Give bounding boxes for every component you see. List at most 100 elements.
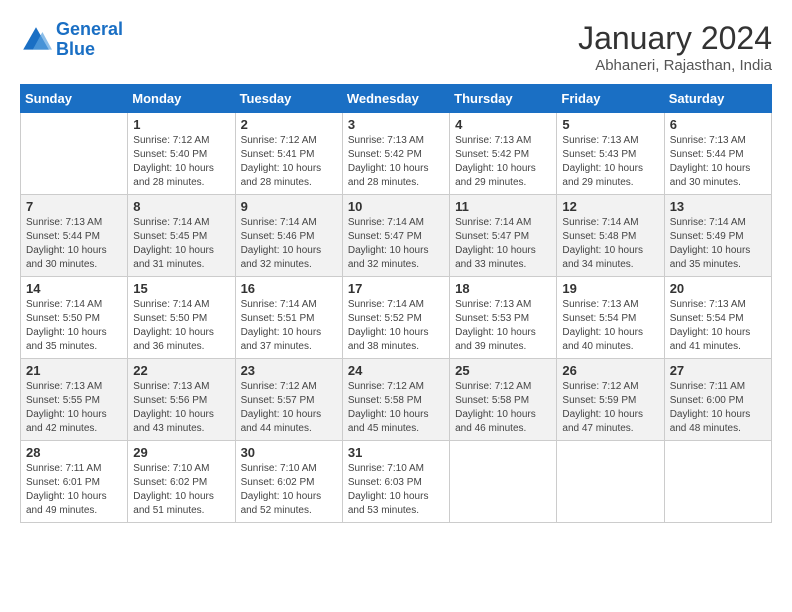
day-info: Sunrise: 7:12 AM Sunset: 5:57 PM Dayligh… xyxy=(241,380,337,436)
calendar-cell: 6 Sunrise: 7:13 AM Sunset: 5:44 PM Daylig… xyxy=(664,113,771,195)
day-number: 28 xyxy=(26,445,122,460)
day-info: Sunrise: 7:14 AM Sunset: 5:45 PM Dayligh… xyxy=(133,216,229,272)
calendar-cell: 10 Sunrise: 7:14 AM Sunset: 5:47 PM Dayli… xyxy=(342,195,449,277)
day-info: Sunrise: 7:12 AM Sunset: 5:58 PM Dayligh… xyxy=(348,380,444,436)
calendar-cell xyxy=(557,441,664,523)
day-number: 3 xyxy=(348,117,444,132)
calendar-cell: 26 Sunrise: 7:12 AM Sunset: 5:59 PM Dayli… xyxy=(557,359,664,441)
day-info: Sunrise: 7:14 AM Sunset: 5:49 PM Dayligh… xyxy=(670,216,766,272)
day-number: 20 xyxy=(670,281,766,296)
day-info: Sunrise: 7:10 AM Sunset: 6:03 PM Dayligh… xyxy=(348,462,444,518)
col-header-friday: Friday xyxy=(557,85,664,113)
logo: General Blue xyxy=(20,20,123,60)
calendar-cell: 28 Sunrise: 7:11 AM Sunset: 6:01 PM Dayli… xyxy=(21,441,128,523)
calendar-table: SundayMondayTuesdayWednesdayThursdayFrid… xyxy=(20,84,772,523)
calendar-cell: 21 Sunrise: 7:13 AM Sunset: 5:55 PM Dayli… xyxy=(21,359,128,441)
day-number: 11 xyxy=(455,199,551,214)
calendar-cell: 13Sunrise: 7:14 AM Sunset: 5:49 PM Dayli… xyxy=(664,195,771,277)
day-info: Sunrise: 7:13 AM Sunset: 5:56 PM Dayligh… xyxy=(133,380,229,436)
day-number: 29 xyxy=(133,445,229,460)
day-info: Sunrise: 7:14 AM Sunset: 5:46 PM Dayligh… xyxy=(241,216,337,272)
day-number: 9 xyxy=(241,199,337,214)
day-number: 21 xyxy=(26,363,122,378)
col-header-thursday: Thursday xyxy=(450,85,557,113)
day-info: Sunrise: 7:14 AM Sunset: 5:50 PM Dayligh… xyxy=(26,298,122,354)
day-number: 10 xyxy=(348,199,444,214)
day-number: 16 xyxy=(241,281,337,296)
calendar-cell: 5Sunrise: 7:13 AM Sunset: 5:43 PM Daylig… xyxy=(557,113,664,195)
calendar-cell: 27 Sunrise: 7:11 AM Sunset: 6:00 PM Dayli… xyxy=(664,359,771,441)
day-number: 17 xyxy=(348,281,444,296)
logo-icon xyxy=(20,24,52,56)
calendar-cell: 1Sunrise: 7:12 AM Sunset: 5:40 PM Daylig… xyxy=(128,113,235,195)
calendar-cell xyxy=(664,441,771,523)
day-info: Sunrise: 7:13 AM Sunset: 5:53 PM Dayligh… xyxy=(455,298,551,354)
day-info: Sunrise: 7:14 AM Sunset: 5:50 PM Dayligh… xyxy=(133,298,229,354)
calendar-cell: 3 Sunrise: 7:13 AM Sunset: 5:42 PM Daylig… xyxy=(342,113,449,195)
calendar-cell: 18 Sunrise: 7:13 AM Sunset: 5:53 PM Dayli… xyxy=(450,277,557,359)
calendar-cell: 12 Sunrise: 7:14 AM Sunset: 5:48 PM Dayli… xyxy=(557,195,664,277)
day-number: 4 xyxy=(455,117,551,132)
day-number: 26 xyxy=(562,363,658,378)
calendar-cell: 17 Sunrise: 7:14 AM Sunset: 5:52 PM Dayli… xyxy=(342,277,449,359)
day-number: 14 xyxy=(26,281,122,296)
calendar-cell: 11Sunrise: 7:14 AM Sunset: 5:47 PM Dayli… xyxy=(450,195,557,277)
calendar-cell: 30 Sunrise: 7:10 AM Sunset: 6:02 PM Dayli… xyxy=(235,441,342,523)
day-number: 23 xyxy=(241,363,337,378)
day-number: 12 xyxy=(562,199,658,214)
day-number: 8 xyxy=(133,199,229,214)
title-block: January 2024 Abhaneri, Rajasthan, India xyxy=(578,20,772,74)
day-info: Sunrise: 7:13 AM Sunset: 5:42 PM Dayligh… xyxy=(348,134,444,190)
calendar-cell xyxy=(21,113,128,195)
calendar-cell: 9 Sunrise: 7:14 AM Sunset: 5:46 PM Daylig… xyxy=(235,195,342,277)
day-info: Sunrise: 7:13 AM Sunset: 5:44 PM Dayligh… xyxy=(670,134,766,190)
calendar-cell: 24 Sunrise: 7:12 AM Sunset: 5:58 PM Dayli… xyxy=(342,359,449,441)
calendar-cell: 19Sunrise: 7:13 AM Sunset: 5:54 PM Dayli… xyxy=(557,277,664,359)
calendar-cell: 14 Sunrise: 7:14 AM Sunset: 5:50 PM Dayli… xyxy=(21,277,128,359)
calendar-cell: 15 Sunrise: 7:14 AM Sunset: 5:50 PM Dayli… xyxy=(128,277,235,359)
day-number: 6 xyxy=(670,117,766,132)
col-header-monday: Monday xyxy=(128,85,235,113)
day-info: Sunrise: 7:10 AM Sunset: 6:02 PM Dayligh… xyxy=(241,462,337,518)
day-info: Sunrise: 7:14 AM Sunset: 5:47 PM Dayligh… xyxy=(348,216,444,272)
day-number: 31 xyxy=(348,445,444,460)
day-info: Sunrise: 7:14 AM Sunset: 5:48 PM Dayligh… xyxy=(562,216,658,272)
col-header-sunday: Sunday xyxy=(21,85,128,113)
day-info: Sunrise: 7:12 AM Sunset: 5:59 PM Dayligh… xyxy=(562,380,658,436)
day-number: 27 xyxy=(670,363,766,378)
logo-blue: Blue xyxy=(56,39,95,59)
day-info: Sunrise: 7:12 AM Sunset: 5:58 PM Dayligh… xyxy=(455,380,551,436)
day-info: Sunrise: 7:11 AM Sunset: 6:01 PM Dayligh… xyxy=(26,462,122,518)
day-info: Sunrise: 7:12 AM Sunset: 5:40 PM Dayligh… xyxy=(133,134,229,190)
day-info: Sunrise: 7:14 AM Sunset: 5:51 PM Dayligh… xyxy=(241,298,337,354)
day-number: 24 xyxy=(348,363,444,378)
day-info: Sunrise: 7:13 AM Sunset: 5:54 PM Dayligh… xyxy=(562,298,658,354)
page-title: January 2024 xyxy=(578,20,772,57)
col-header-tuesday: Tuesday xyxy=(235,85,342,113)
page-header: General Blue January 2024 Abhaneri, Raja… xyxy=(20,20,772,74)
location-subtitle: Abhaneri, Rajasthan, India xyxy=(578,57,772,74)
calendar-cell: 29 Sunrise: 7:10 AM Sunset: 6:02 PM Dayli… xyxy=(128,441,235,523)
calendar-cell: 22 Sunrise: 7:13 AM Sunset: 5:56 PM Dayli… xyxy=(128,359,235,441)
calendar-cell: 2Sunrise: 7:12 AM Sunset: 5:41 PM Daylig… xyxy=(235,113,342,195)
day-number: 18 xyxy=(455,281,551,296)
day-info: Sunrise: 7:13 AM Sunset: 5:55 PM Dayligh… xyxy=(26,380,122,436)
day-number: 15 xyxy=(133,281,229,296)
calendar-cell: 8 Sunrise: 7:14 AM Sunset: 5:45 PM Daylig… xyxy=(128,195,235,277)
calendar-cell: 7Sunrise: 7:13 AM Sunset: 5:44 PM Daylig… xyxy=(21,195,128,277)
col-header-wednesday: Wednesday xyxy=(342,85,449,113)
day-info: Sunrise: 7:13 AM Sunset: 5:54 PM Dayligh… xyxy=(670,298,766,354)
calendar-cell: 25Sunrise: 7:12 AM Sunset: 5:58 PM Dayli… xyxy=(450,359,557,441)
logo-general: General xyxy=(56,19,123,39)
day-number: 30 xyxy=(241,445,337,460)
day-info: Sunrise: 7:13 AM Sunset: 5:42 PM Dayligh… xyxy=(455,134,551,190)
day-info: Sunrise: 7:14 AM Sunset: 5:52 PM Dayligh… xyxy=(348,298,444,354)
day-info: Sunrise: 7:11 AM Sunset: 6:00 PM Dayligh… xyxy=(670,380,766,436)
calendar-cell: 31 Sunrise: 7:10 AM Sunset: 6:03 PM Dayli… xyxy=(342,441,449,523)
day-number: 2 xyxy=(241,117,337,132)
day-info: Sunrise: 7:10 AM Sunset: 6:02 PM Dayligh… xyxy=(133,462,229,518)
day-number: 22 xyxy=(133,363,229,378)
day-number: 5 xyxy=(562,117,658,132)
calendar-cell: 23 Sunrise: 7:12 AM Sunset: 5:57 PM Dayli… xyxy=(235,359,342,441)
col-header-saturday: Saturday xyxy=(664,85,771,113)
